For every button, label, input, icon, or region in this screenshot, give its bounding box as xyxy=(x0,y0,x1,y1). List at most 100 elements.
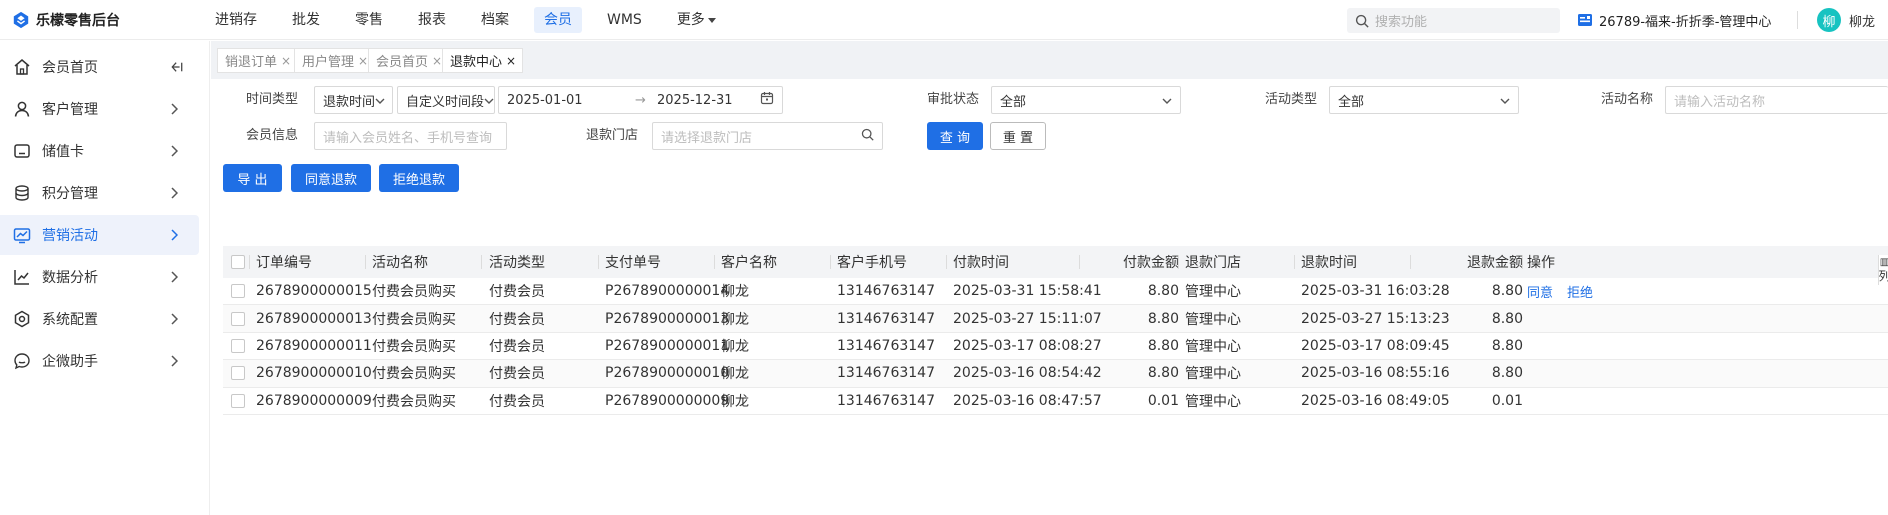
sidebar-item-7[interactable]: 企微助手 xyxy=(0,341,199,381)
reject-link[interactable]: 拒绝 xyxy=(1567,282,1593,301)
close-icon[interactable]: × xyxy=(432,54,442,68)
nav-item-4[interactable]: 档案 xyxy=(471,7,519,33)
column-header[interactable]: 付款金额 xyxy=(1079,246,1179,278)
tab-2[interactable]: 会员首页 × xyxy=(368,48,450,73)
refund-store-input[interactable]: 请选择退款门店 xyxy=(652,122,883,150)
sidebar-item-label: 积分管理 xyxy=(42,186,98,202)
nav-item-5[interactable]: 会员 xyxy=(534,7,582,33)
nav-item-2[interactable]: 零售 xyxy=(345,7,393,33)
range-type-select[interactable]: 自定义时间段 xyxy=(397,86,495,114)
chat-icon xyxy=(12,351,32,371)
query-button[interactable]: 查 询 xyxy=(927,122,983,150)
column-settings-tab[interactable]: ▥ 列 xyxy=(1878,255,1888,285)
app-logo[interactable]: 乐檬零售后台 xyxy=(12,0,120,40)
cell-pay-no: P2678900000014 xyxy=(605,283,730,300)
sidebar-item-4[interactable]: 营销活动 xyxy=(0,215,199,255)
column-divider[interactable] xyxy=(1410,255,1411,269)
row-checkbox[interactable] xyxy=(231,278,245,304)
store-icon xyxy=(1578,14,1592,26)
column-divider[interactable] xyxy=(1079,255,1080,269)
column-divider[interactable] xyxy=(830,255,831,269)
export-button[interactable]: 导 出 xyxy=(223,164,282,192)
sidebar-item-3[interactable]: 积分管理 xyxy=(0,173,199,213)
table-row[interactable]: 2678900000009 付费会员购买 付费会员 P2678900000009 柳龙 1… xyxy=(223,387,1888,415)
sidebar-item-0[interactable]: 会员首页 xyxy=(0,47,199,87)
table-row[interactable]: 2678900000015 付费会员购买 付费会员 P2678900000014 柳龙 1… xyxy=(223,278,1888,306)
cell-customer: 柳龙 xyxy=(721,338,749,355)
function-search-input[interactable]: 搜索功能 xyxy=(1347,8,1560,33)
chevron-right-icon xyxy=(171,187,183,199)
chevron-right-icon xyxy=(171,355,183,367)
close-icon[interactable]: × xyxy=(506,54,516,68)
select-all-checkbox[interactable] xyxy=(231,246,245,278)
tab-3[interactable]: 退款中心 × xyxy=(442,48,524,73)
nav-item-6[interactable]: WMS xyxy=(597,7,652,33)
calendar-icon[interactable] xyxy=(760,91,774,109)
column-divider[interactable] xyxy=(714,255,715,269)
reject-refund-button[interactable]: 拒绝退款 xyxy=(379,164,459,192)
cell-customer: 柳龙 xyxy=(721,284,749,301)
close-icon[interactable]: × xyxy=(281,54,291,68)
column-header[interactable]: 活动名称 xyxy=(372,246,482,278)
approve-refund-button[interactable]: 同意退款 xyxy=(291,164,371,192)
column-header[interactable]: 付款时间 xyxy=(953,246,1079,278)
column-header[interactable]: 退款时间 xyxy=(1301,246,1411,278)
column-divider[interactable] xyxy=(481,255,482,269)
cell-pay-time: 2025-03-16 08:54:42 xyxy=(953,365,1102,382)
search-icon xyxy=(1355,14,1369,28)
checkbox-box xyxy=(231,311,245,326)
column-header[interactable]: 活动类型 xyxy=(489,246,599,278)
column-header[interactable]: 操作 xyxy=(1527,246,1597,278)
store-switcher[interactable]: 26789-福来-折折季-管理中心 xyxy=(1577,0,1771,40)
table-row[interactable]: 2678900000010 付费会员购买 付费会员 P2678900000010 柳龙 1… xyxy=(223,360,1888,388)
table-row[interactable]: 2678900000011 付费会员购买 付费会员 P2678900000011 柳龙 1… xyxy=(223,332,1888,361)
column-header[interactable]: 支付单号 xyxy=(605,246,715,278)
activity-name-input[interactable]: 请输入活动名称 xyxy=(1665,86,1888,114)
column-divider[interactable] xyxy=(946,255,947,269)
member-info-input[interactable]: 请输入会员姓名、手机号查询 xyxy=(314,122,507,150)
column-divider[interactable] xyxy=(1294,255,1295,269)
row-checkbox[interactable] xyxy=(231,360,245,386)
search-icon xyxy=(861,128,874,145)
close-icon[interactable]: × xyxy=(358,54,368,68)
date-range-picker[interactable]: 2025-01-01 → 2025-12-31 xyxy=(498,86,783,114)
page-tabs: 销退订单 × 用户管理 × 会员首页 × 退款中心 × xyxy=(211,41,1888,79)
time-type-select[interactable]: 退款时间 xyxy=(314,86,393,114)
approval-status-select[interactable]: 全部 xyxy=(991,86,1181,114)
cell-pay-time: 2025-03-31 15:58:41 xyxy=(953,283,1102,300)
column-divider[interactable] xyxy=(249,255,250,269)
column-divider[interactable] xyxy=(1522,255,1523,269)
nav-item-0[interactable]: 进销存 xyxy=(205,7,267,33)
activity-name-label: 活动名称 xyxy=(1601,92,1654,107)
row-checkbox[interactable] xyxy=(231,333,245,359)
approve-link[interactable]: 同意 xyxy=(1527,282,1553,301)
row-checkbox[interactable] xyxy=(231,305,245,331)
table-row[interactable]: 2678900000013 付费会员购买 付费会员 P2678900000013 柳龙 1… xyxy=(223,305,1888,333)
row-checkbox[interactable] xyxy=(231,388,245,414)
reset-button[interactable]: 重 置 xyxy=(990,122,1046,150)
column-divider[interactable] xyxy=(598,255,599,269)
cell-pay-no: P2678900000010 xyxy=(605,365,730,382)
column-header[interactable]: 客户手机号 xyxy=(837,246,947,278)
column-divider[interactable] xyxy=(1178,255,1179,269)
column-header[interactable]: 退款门店 xyxy=(1185,246,1295,278)
column-header[interactable]: 客户名称 xyxy=(721,246,831,278)
tab-0[interactable]: 销退订单 × xyxy=(217,48,299,73)
column-divider[interactable] xyxy=(365,255,366,269)
column-header[interactable]: 订单编号 xyxy=(256,246,366,278)
collapse-sidebar-icon[interactable] xyxy=(171,61,183,73)
sidebar-item-1[interactable]: 客户管理 xyxy=(0,89,199,129)
activity-type-select[interactable]: 全部 xyxy=(1329,86,1519,114)
tab-1[interactable]: 用户管理 × xyxy=(294,48,376,73)
nav-item-7[interactable]: 更多 xyxy=(667,7,726,33)
nav-item-3[interactable]: 报表 xyxy=(408,7,456,33)
chevron-right-icon xyxy=(171,145,183,157)
user-menu[interactable]: 柳 柳龙 xyxy=(1817,0,1875,40)
sidebar-item-5[interactable]: 数据分析 xyxy=(0,257,199,297)
sidebar-item-6[interactable]: 系统配置 xyxy=(0,299,199,339)
column-header[interactable]: 退款金额 xyxy=(1413,246,1523,278)
cell-activity: 付费会员购买 xyxy=(372,338,456,355)
main-content: 销退订单 × 用户管理 × 会员首页 × 退款中心 × 时间类型 退款时间 自定义时间段 20… xyxy=(211,41,1888,515)
sidebar-item-2[interactable]: 储值卡 xyxy=(0,131,199,171)
nav-item-1[interactable]: 批发 xyxy=(282,7,330,33)
